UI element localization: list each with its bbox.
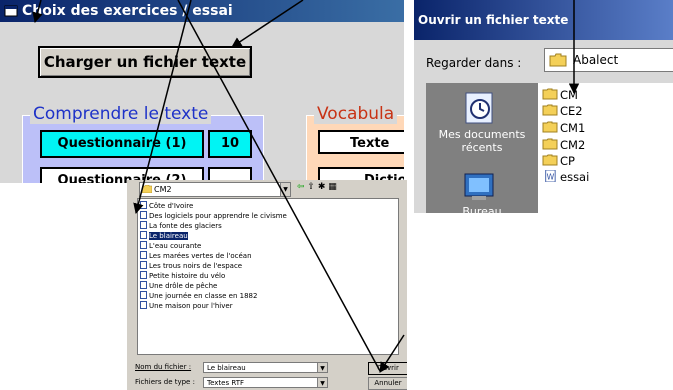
document-icon: [140, 291, 147, 299]
folder-icon: [142, 185, 152, 193]
recent-documents-label[interactable]: Mes documents récents: [426, 128, 538, 154]
file-name: Petite histoire du vélo: [149, 272, 226, 280]
document-icon: [140, 201, 147, 209]
filetype-select[interactable]: Textes RTF ▼: [203, 377, 328, 388]
folder-name: CM: [560, 88, 578, 102]
file-item[interactable]: Des logiciels pour apprendre le civisme: [140, 211, 287, 221]
file-name: L'eau courante: [149, 242, 202, 250]
file-name: Le blaireau: [149, 232, 188, 240]
folder-name: CE2: [560, 104, 583, 118]
folder-item[interactable]: CP: [542, 153, 575, 169]
folder-icon: [542, 154, 558, 166]
desktop-label[interactable]: Bureau: [426, 205, 538, 213]
file-item[interactable]: Côte d'Ivoire: [140, 201, 193, 211]
chevron-down-icon[interactable]: ▼: [317, 363, 327, 372]
exercise-choice-window: Choix des exercices / essai Charger un f…: [0, 0, 404, 183]
document-icon: [140, 221, 147, 229]
file-item[interactable]: La fonte des glaciers: [140, 221, 222, 231]
file-item[interactable]: L'eau courante: [140, 241, 201, 251]
folder-icon: [549, 53, 567, 67]
file-name: Une journée en classe en 1882: [149, 292, 258, 300]
look-in-value: CM2: [154, 185, 172, 194]
comprehension-title: Comprendre le texte: [30, 104, 212, 124]
cancel-button[interactable]: Annuler: [368, 377, 407, 390]
file-name: La fonte des glaciers: [149, 222, 222, 230]
folder-icon: [542, 121, 558, 133]
open-file-dialog: Ouvrir un fichier texte Regarder dans : …: [414, 0, 673, 213]
document-icon: [140, 251, 147, 259]
new-folder-icon[interactable]: ✱: [318, 182, 326, 192]
back-icon[interactable]: ⇦: [297, 182, 305, 192]
filename-field[interactable]: Le blaireau ▼: [203, 362, 328, 373]
file-name: Côte d'Ivoire: [149, 202, 194, 210]
folder-name: CP: [560, 154, 575, 168]
file-name: Les trous noirs de l'espace: [149, 262, 243, 270]
small-open-dialog: CM2 ▼ ⇦ ⇧ ✱ ▦ Côte d'Ivoire Des logiciel…: [127, 180, 407, 390]
chevron-down-icon[interactable]: ▼: [317, 378, 327, 387]
vocabulary-title: Vocabula: [314, 104, 398, 124]
folder-name: CM2: [560, 138, 586, 152]
file-name: essai: [560, 170, 590, 184]
filename-label: Nom du fichier :: [135, 363, 192, 371]
file-item[interactable]: Wessai: [542, 169, 589, 185]
questionnaire-1-count: 10: [208, 130, 252, 158]
file-item[interactable]: Une journée en classe en 1882: [140, 291, 257, 301]
dialog-title: Ouvrir un fichier texte: [418, 13, 569, 27]
file-list: CM CE2 CM1 CM2 CP Wessai: [538, 83, 673, 213]
folder-item[interactable]: CE2: [542, 103, 583, 119]
texte-button[interactable]: Texte: [318, 130, 404, 154]
title-bar: Choix des exercices / essai: [0, 0, 404, 22]
dialog-title-bar: Ouvrir un fichier texte: [414, 0, 673, 40]
document-icon: [140, 281, 147, 289]
file-item[interactable]: Les marées vertes de l'océan: [140, 251, 252, 261]
look-in-label: Regarder dans :: [426, 56, 522, 70]
chevron-down-icon[interactable]: ▼: [280, 183, 290, 196]
file-list: Côte d'Ivoire Des logiciels pour apprend…: [137, 198, 399, 355]
open-button[interactable]: Ouvrir: [368, 362, 407, 375]
folder-item[interactable]: CM2: [542, 137, 585, 153]
folder-item[interactable]: CM1: [542, 120, 585, 136]
load-text-file-button[interactable]: Charger un fichier texte: [38, 46, 252, 78]
app-icon: [4, 5, 18, 17]
window-title: Choix des exercices / essai: [22, 3, 233, 19]
document-icon: [140, 301, 147, 309]
file-name: Les marées vertes de l'océan: [149, 252, 252, 260]
folder-name: CM1: [560, 121, 586, 135]
document-icon: [140, 241, 147, 249]
folder-icon: [542, 104, 558, 116]
folder-icon: [542, 138, 558, 150]
view-menu-icon[interactable]: ▦: [328, 182, 337, 192]
folder-icon: [542, 88, 558, 100]
file-item[interactable]: Une drôle de pêche: [140, 281, 217, 291]
look-in-select[interactable]: CM2 ▼: [139, 182, 291, 197]
look-in-value: Abalect: [573, 53, 619, 67]
document-icon: [140, 261, 147, 269]
document-icon: [140, 271, 147, 279]
filetype-label: Fichiers de type :: [135, 378, 195, 386]
desktop-icon[interactable]: [462, 170, 496, 202]
svg-text:W: W: [547, 172, 555, 181]
document-icon: [140, 211, 147, 219]
file-item[interactable]: Petite histoire du vélo: [140, 271, 225, 281]
toolbar: ⇦ ⇧ ✱ ▦: [297, 182, 357, 195]
folder-item[interactable]: CM: [542, 87, 578, 103]
file-name: Une drôle de pêche: [149, 282, 218, 290]
file-item[interactable]: Les trous noirs de l'espace: [140, 261, 242, 271]
file-item-selected[interactable]: Le blaireau: [140, 231, 188, 241]
filename-value: Le blaireau: [207, 364, 246, 372]
file-name: Des logiciels pour apprendre le civisme: [149, 212, 287, 220]
questionnaire-1-button[interactable]: Questionnaire (1): [40, 130, 204, 158]
word-document-icon: W: [545, 170, 556, 182]
document-icon: [140, 231, 147, 239]
look-in-select[interactable]: Abalect: [544, 48, 673, 72]
file-item[interactable]: Une maison pour l'hiver: [140, 301, 233, 311]
filetype-value: Textes RTF: [207, 379, 244, 387]
file-name: Une maison pour l'hiver: [149, 302, 233, 310]
up-folder-icon[interactable]: ⇧: [307, 182, 315, 192]
recent-documents-icon[interactable]: [462, 91, 498, 125]
